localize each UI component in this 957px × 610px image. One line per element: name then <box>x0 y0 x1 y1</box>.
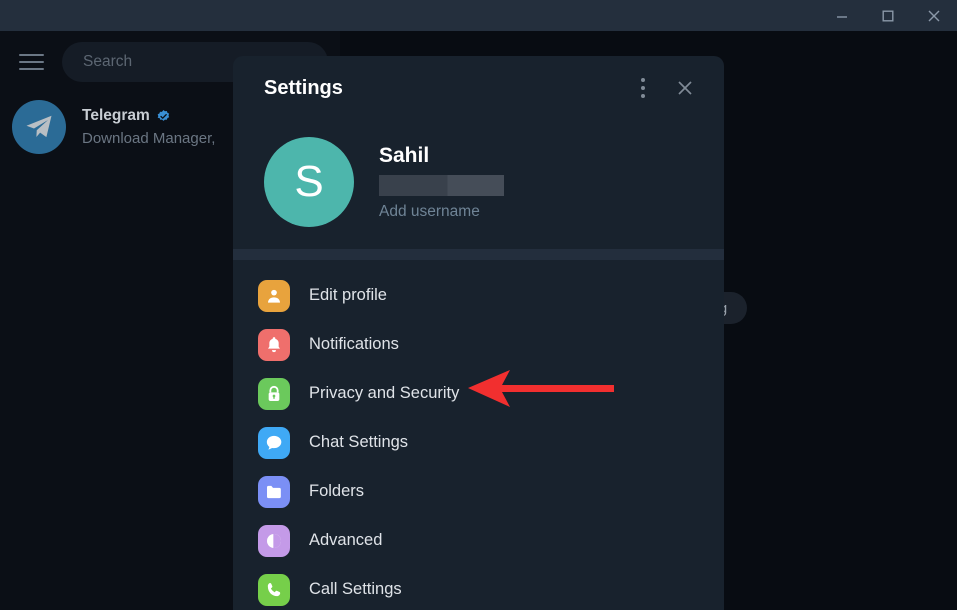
minimize-button[interactable] <box>819 0 865 31</box>
list-item-preview: Download Manager, <box>82 130 216 147</box>
profile-summary[interactable]: S Sahil Add username <box>233 120 724 249</box>
avatar-initial: S <box>294 157 324 206</box>
chat-bubble-icon <box>258 426 290 459</box>
menu-item-call-settings[interactable]: Call Settings <box>233 565 724 610</box>
search-placeholder: Search <box>83 53 133 70</box>
bell-icon <box>258 328 290 361</box>
menu-item-label: Privacy and Security <box>309 384 460 402</box>
settings-menu: Edit profile Notifications Privacy and S… <box>233 260 724 610</box>
contrast-icon <box>258 524 290 557</box>
menu-item-label: Chat Settings <box>309 433 409 451</box>
menu-item-privacy-and-security[interactable]: Privacy and Security <box>233 369 724 418</box>
person-icon <box>258 279 290 312</box>
app-root: saging Search Telegram <box>0 0 957 610</box>
profile-info: Sahil Add username <box>379 144 504 221</box>
lock-icon <box>258 377 290 410</box>
phone-icon <box>258 573 290 606</box>
menu-item-label: Call Settings <box>309 580 402 598</box>
maximize-button[interactable] <box>865 0 911 31</box>
window-titlebar <box>0 0 957 31</box>
menu-item-edit-profile[interactable]: Edit profile <box>233 271 724 320</box>
profile-name: Sahil <box>379 143 430 167</box>
menu-item-advanced[interactable]: Advanced <box>233 516 724 565</box>
list-item-meta: Telegram Download Manager, <box>82 107 215 147</box>
settings-dialog: Settings S Sahil Add username Edit profi… <box>233 56 724 610</box>
add-username-link[interactable]: Add username <box>379 203 504 221</box>
chat-name: Telegram <box>82 107 150 124</box>
telegram-paper-plane-icon <box>26 115 52 138</box>
folder-icon <box>258 475 290 508</box>
hamburger-menu-icon[interactable] <box>14 45 48 79</box>
dialog-header: Settings <box>233 56 724 120</box>
phone-number-redacted <box>379 174 504 196</box>
menu-item-label: Advanced <box>309 531 383 549</box>
menu-item-chat-settings[interactable]: Chat Settings <box>233 418 724 467</box>
close-button[interactable] <box>911 0 957 31</box>
menu-item-label: Folders <box>309 482 365 500</box>
avatar <box>12 100 66 154</box>
more-vertical-icon[interactable] <box>622 67 664 109</box>
menu-item-folders[interactable]: Folders <box>233 467 724 516</box>
menu-item-label: Edit profile <box>309 286 387 304</box>
close-icon[interactable] <box>664 67 706 109</box>
verified-badge-icon <box>157 109 169 121</box>
page-title: Settings <box>264 76 343 99</box>
avatar: S <box>264 137 354 227</box>
menu-item-notifications[interactable]: Notifications <box>233 320 724 369</box>
section-divider <box>233 249 724 260</box>
menu-item-label: Notifications <box>309 335 399 353</box>
list-item-title: Telegram <box>82 107 215 125</box>
